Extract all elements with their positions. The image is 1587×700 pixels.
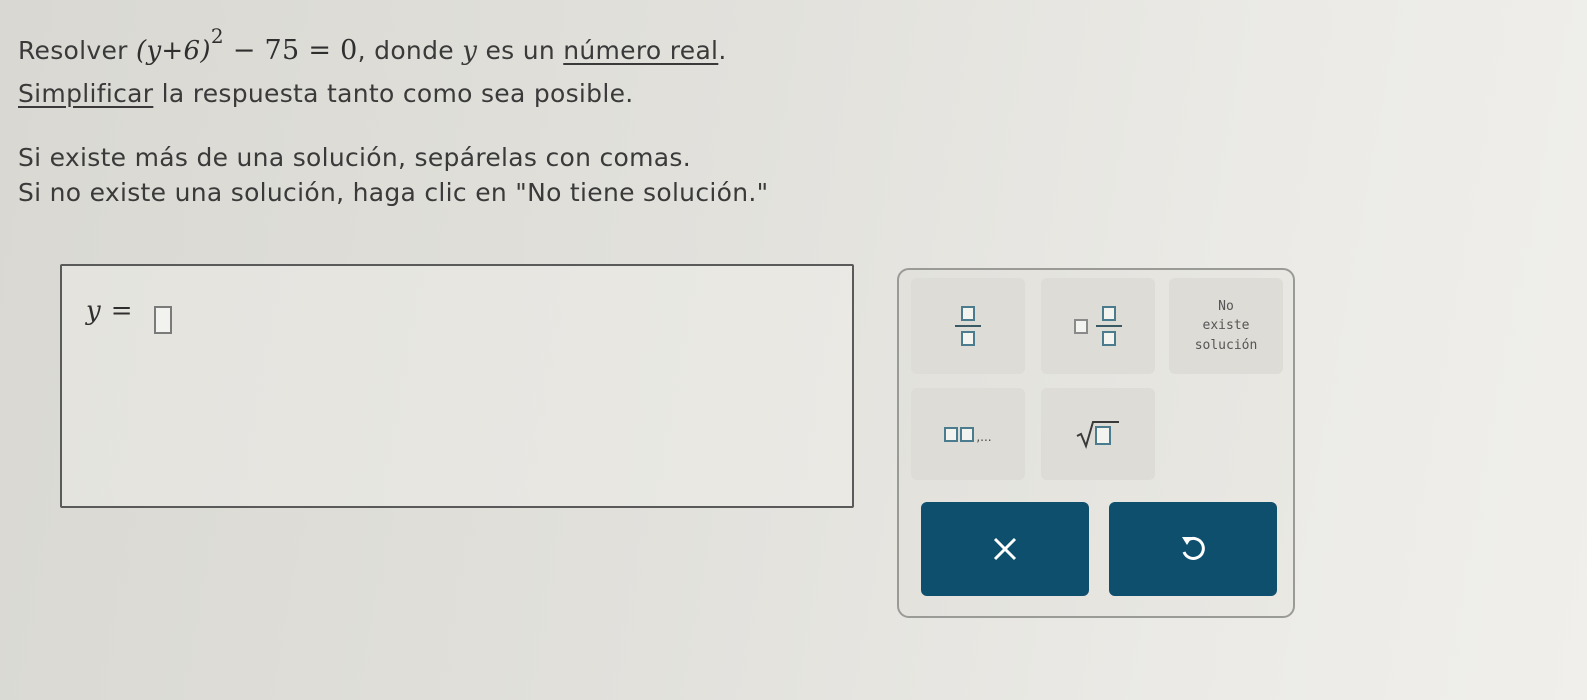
no-solution-key[interactable]: No existe solución	[1169, 278, 1283, 374]
problem-line-4: Si no existe una solución, haga clic en …	[18, 178, 769, 207]
undo-button[interactable]	[1109, 502, 1277, 596]
period-text: .	[718, 36, 727, 65]
answer-equals: =	[110, 296, 133, 326]
problem-line-1: Resolver (y+6)2 − 75 = 0, donde y es un …	[18, 24, 727, 66]
equation: (y+6)2 − 75 = 0	[136, 24, 358, 66]
no-solution-label: No existe solución	[1195, 297, 1258, 356]
problem-line-3: Si existe más de una solución, sepárelas…	[18, 143, 691, 172]
answer-variable: y	[86, 296, 101, 326]
no-solution-line-3: solución	[1194, 337, 1258, 353]
fraction-key[interactable]	[911, 278, 1025, 374]
answer-slot[interactable]	[154, 306, 172, 334]
donde-text: , donde	[357, 36, 454, 65]
problem-line-2: Simplificar la respuesta tanto como sea …	[18, 79, 634, 108]
simplificar-link[interactable]: Simplificar	[18, 79, 153, 108]
numero-real-link[interactable]: número real	[563, 36, 718, 65]
equation-rest: − 75 = 0	[232, 35, 358, 66]
list-icon: ,...	[944, 426, 992, 444]
equation-base: (y+6)	[136, 36, 211, 66]
answer-label: y =	[86, 296, 143, 326]
x-icon	[993, 537, 1017, 561]
line2-text: la respuesta tanto como sea posible.	[161, 79, 634, 108]
mixed-number-key[interactable]	[1041, 278, 1155, 374]
variable-text: y	[462, 36, 478, 66]
square-root-key[interactable]	[1041, 388, 1155, 480]
list-separator: ,...	[976, 429, 992, 444]
mixed-number-icon	[1074, 306, 1122, 346]
no-solution-line-1: No	[1218, 298, 1234, 314]
equation-exponent: 2	[210, 24, 224, 48]
math-keypad: No existe solución ,...	[897, 268, 1295, 618]
undo-icon	[1182, 536, 1205, 560]
clear-button[interactable]	[921, 502, 1089, 596]
no-solution-line-2: existe	[1202, 318, 1250, 334]
es-un-text: es un	[485, 36, 555, 65]
resolver-text: Resolver	[18, 36, 128, 65]
fraction-icon	[955, 306, 981, 346]
list-key[interactable]: ,...	[911, 388, 1025, 480]
square-root-icon	[1075, 419, 1121, 449]
answer-input-area[interactable]: y =	[60, 264, 854, 508]
